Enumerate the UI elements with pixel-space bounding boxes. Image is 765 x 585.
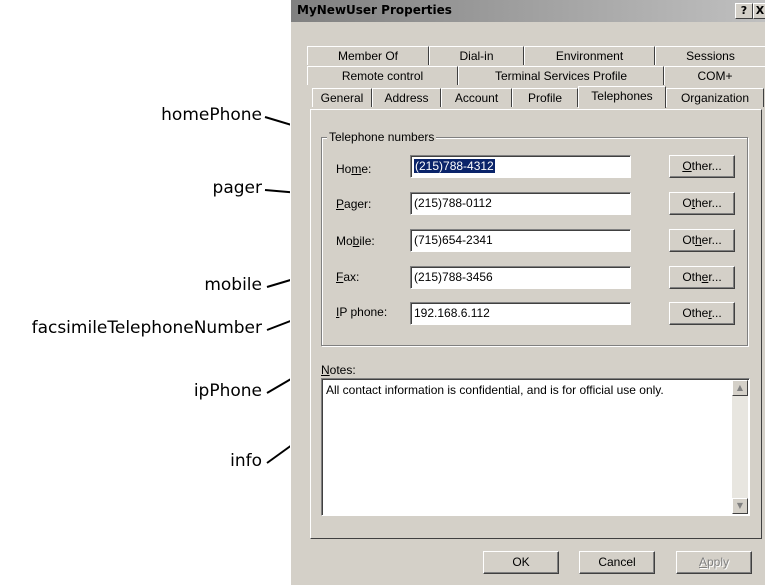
cancel-button[interactable]: Cancel xyxy=(579,551,655,574)
home-label: Home: xyxy=(336,162,372,176)
home-other-button[interactable]: Other... xyxy=(669,155,735,178)
scroll-up-arrow-icon[interactable]: ▲ xyxy=(732,380,748,396)
tab-dial-in[interactable]: Dial-in xyxy=(429,46,524,65)
tab-terminal-services-profile[interactable]: Terminal Services Profile xyxy=(458,66,664,85)
callout-homephone: homePhone xyxy=(161,105,262,125)
tab-com-plus[interactable]: COM+ xyxy=(664,66,765,85)
ip-phone-value: 192.168.6.112 xyxy=(414,306,490,320)
pager-input[interactable]: (215)788-0112 xyxy=(410,192,631,215)
mobile-label: Mobile: xyxy=(336,234,375,248)
fax-label: Fax: xyxy=(336,270,360,284)
window-title: MyNewUser Properties xyxy=(297,3,452,17)
help-button[interactable]: ? xyxy=(735,3,753,19)
mobile-value: (715)654-2341 xyxy=(414,233,493,247)
fax-input[interactable]: (215)788-3456 xyxy=(410,266,631,289)
notes-text: All contact information is confidential,… xyxy=(326,383,664,397)
pager-label: Pager: xyxy=(336,197,372,211)
home-phone-input[interactable]: (215)788-4312 xyxy=(410,155,631,178)
tab-account[interactable]: Account xyxy=(441,88,512,107)
pager-other-button[interactable]: Other... xyxy=(669,192,735,215)
tab-organization[interactable]: Organization xyxy=(666,88,764,107)
telephone-numbers-label: Telephone numbers xyxy=(327,130,437,144)
close-button[interactable]: X xyxy=(753,3,765,19)
tab-remote-control[interactable]: Remote control xyxy=(307,66,458,85)
notes-scrollbar[interactable]: ▲ ▼ xyxy=(732,380,748,514)
tab-profile[interactable]: Profile xyxy=(512,88,578,107)
notes-label: Notes: xyxy=(321,363,356,377)
tab-general[interactable]: General xyxy=(312,88,372,107)
tab-member-of[interactable]: Member Of xyxy=(307,46,429,65)
scroll-down-arrow-icon[interactable]: ▼ xyxy=(732,498,748,514)
home-phone-value: (215)788-4312 xyxy=(414,159,495,173)
callout-info: info xyxy=(230,451,262,471)
callout-mobile: mobile xyxy=(204,275,262,295)
apply-button[interactable]: Apply xyxy=(676,551,752,574)
callout-facsimile: facsimileTelephoneNumber xyxy=(31,318,262,338)
mobile-other-button[interactable]: Other... xyxy=(669,229,735,252)
pager-value: (215)788-0112 xyxy=(414,196,492,210)
callout-pager: pager xyxy=(212,178,262,198)
fax-value: (215)788-3456 xyxy=(414,270,493,284)
ok-button[interactable]: OK xyxy=(483,551,559,574)
tab-sessions[interactable]: Sessions xyxy=(655,46,765,65)
mobile-input[interactable]: (715)654-2341 xyxy=(410,229,631,252)
tab-address[interactable]: Address xyxy=(372,88,441,107)
ip-phone-other-button[interactable]: Other... xyxy=(669,302,735,325)
callout-ipphone: ipPhone xyxy=(193,381,262,401)
tab-telephones[interactable]: Telephones xyxy=(578,86,666,108)
fax-other-button[interactable]: Other... xyxy=(669,266,735,289)
ip-phone-input[interactable]: 192.168.6.112 xyxy=(410,302,631,325)
tab-environment[interactable]: Environment xyxy=(524,46,655,65)
ip-phone-label: IP phone: xyxy=(336,305,388,319)
title-bar[interactable]: MyNewUser Properties ? X xyxy=(291,0,765,22)
notes-textarea[interactable]: All contact information is confidential,… xyxy=(321,378,750,516)
